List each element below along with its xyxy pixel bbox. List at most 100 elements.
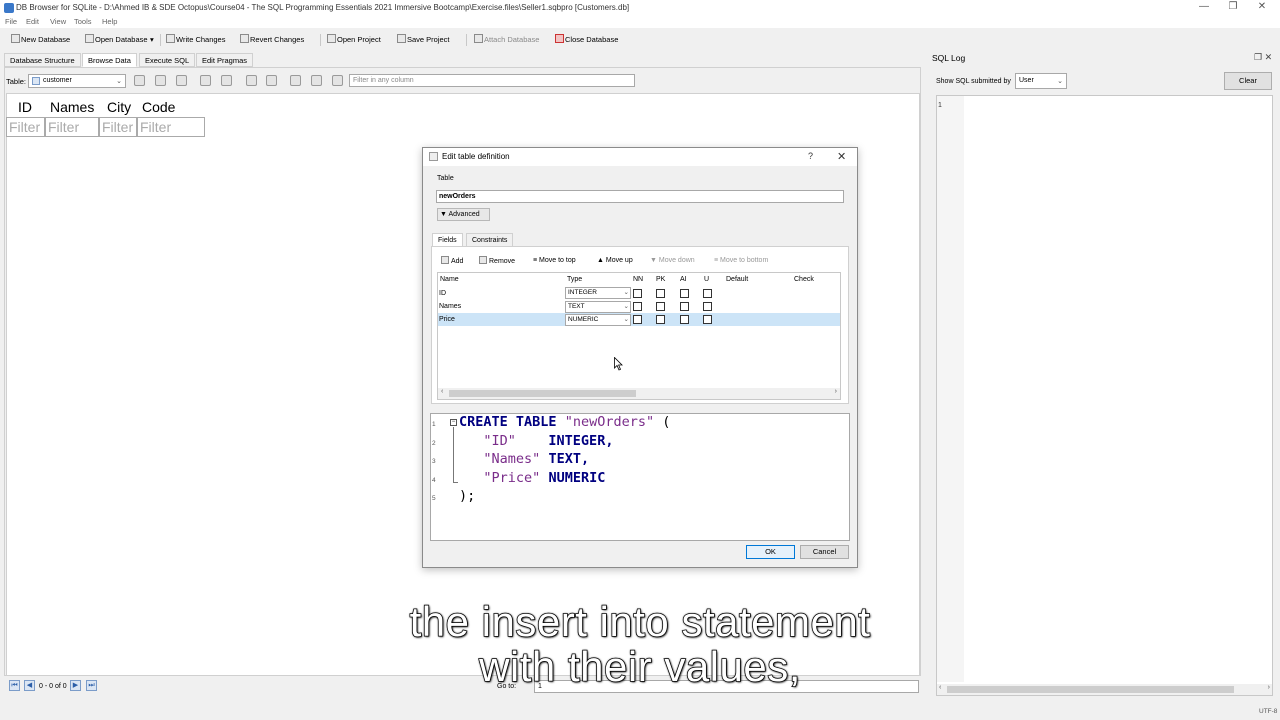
- move-down-label: Move down: [658, 257, 695, 264]
- scrollbar-thumb[interactable]: [449, 390, 636, 397]
- close-database-button[interactable]: Close Database: [555, 33, 618, 47]
- u-checkbox[interactable]: [703, 289, 712, 298]
- mouse-cursor-icon: [614, 357, 623, 371]
- advanced-toggle-button[interactable]: ▼ Advanced: [437, 208, 490, 221]
- remove-field-button[interactable]: Remove: [479, 256, 515, 267]
- delete-record-icon[interactable]: [266, 75, 277, 86]
- menu-help[interactable]: Help: [102, 17, 117, 26]
- nn-checkbox[interactable]: [633, 289, 642, 298]
- revert-changes-button[interactable]: Revert Changes: [240, 33, 304, 47]
- new-database-button[interactable]: New Database: [11, 33, 70, 47]
- find-replace-icon[interactable]: [311, 75, 322, 86]
- pk-checkbox[interactable]: [656, 289, 665, 298]
- print-icon[interactable]: [221, 75, 232, 86]
- field-type-select[interactable]: TEXT ⌄: [565, 301, 631, 313]
- menu-bar: File Edit View Tools Help: [0, 16, 1280, 28]
- nn-checkbox[interactable]: [633, 302, 642, 311]
- table-select[interactable]: customer ⌄: [28, 74, 126, 88]
- find-icon[interactable]: [290, 75, 301, 86]
- column-header-names[interactable]: Names: [50, 99, 94, 115]
- tab-execute-sql[interactable]: Execute SQL: [139, 53, 196, 67]
- open-database-dropdown[interactable]: ▾: [150, 33, 154, 47]
- field-name[interactable]: Price: [439, 316, 455, 323]
- ok-button[interactable]: OK: [746, 545, 795, 559]
- u-checkbox[interactable]: [703, 302, 712, 311]
- fold-minus-icon[interactable]: −: [450, 419, 457, 426]
- scroll-right-icon[interactable]: ›: [835, 388, 837, 395]
- column-header-code[interactable]: Code: [142, 99, 175, 115]
- menu-view[interactable]: View: [50, 17, 66, 26]
- pk-checkbox[interactable]: [656, 315, 665, 324]
- text-format-icon[interactable]: [332, 75, 343, 86]
- cancel-button[interactable]: Cancel: [800, 545, 849, 559]
- close-panel-icon[interactable]: ✕: [1265, 52, 1273, 62]
- move-to-top-button[interactable]: ≡ Move to top: [533, 256, 576, 266]
- clear-log-button[interactable]: Clear: [1224, 72, 1272, 90]
- header-ai: AI: [680, 276, 687, 283]
- filter-cell-id[interactable]: Filter: [6, 117, 45, 137]
- float-panel-icon[interactable]: ❐: [1254, 52, 1262, 62]
- column-header-city[interactable]: City: [107, 99, 131, 115]
- filter-cell-code[interactable]: Filter: [137, 117, 205, 137]
- field-type-select[interactable]: NUMERIC ⌄: [565, 314, 631, 326]
- menu-edit[interactable]: Edit: [26, 17, 39, 26]
- tab-database-structure[interactable]: Database Structure: [4, 53, 81, 67]
- insert-record-icon[interactable]: [246, 75, 257, 86]
- tab-edit-pragmas[interactable]: Edit Pragmas: [196, 53, 254, 67]
- restore-button[interactable]: ❐: [1219, 1, 1247, 15]
- add-field-button[interactable]: Add: [441, 256, 463, 267]
- sql-submitter-select[interactable]: User ⌄: [1015, 73, 1067, 89]
- refresh-icon[interactable]: [134, 75, 145, 86]
- save-project-button[interactable]: Save Project: [397, 33, 450, 47]
- clear-sorting-icon[interactable]: [176, 75, 187, 86]
- window-title: DB Browser for SQLite - D:\Ahmed IB & SD…: [16, 3, 630, 12]
- ai-checkbox[interactable]: [680, 315, 689, 324]
- filter-any-column-input[interactable]: Filter in any column: [349, 74, 635, 87]
- menu-file[interactable]: File: [5, 17, 17, 26]
- tab-constraints[interactable]: Constraints: [466, 233, 514, 247]
- close-window-button[interactable]: ✕: [1248, 1, 1276, 15]
- write-changes-button[interactable]: Write Changes: [166, 33, 225, 47]
- toolbar-separator: [466, 34, 467, 46]
- move-down-button[interactable]: ▼ Move down: [650, 256, 695, 266]
- filter-cell-city[interactable]: Filter: [99, 117, 137, 137]
- clear-filters-icon[interactable]: [155, 75, 166, 86]
- fold-guide-end: [453, 482, 458, 483]
- filter-cell-names[interactable]: Filter: [45, 117, 99, 137]
- move-to-bottom-button[interactable]: ≡ Move to bottom: [714, 256, 768, 266]
- add-field-label: Add: [451, 258, 464, 265]
- field-name[interactable]: Names: [439, 303, 461, 310]
- move-up-button[interactable]: ▲ Move up: [597, 256, 633, 266]
- tab-fields[interactable]: Fields: [432, 233, 463, 247]
- field-type-select[interactable]: INTEGER ⌄: [565, 287, 631, 299]
- field-name[interactable]: ID: [439, 290, 446, 297]
- toolbar-separator: [160, 34, 161, 46]
- table-select-value: customer: [43, 77, 72, 84]
- nn-checkbox[interactable]: [633, 315, 642, 324]
- fields-scrollbar[interactable]: ‹ ›: [438, 388, 840, 399]
- pk-checkbox[interactable]: [656, 302, 665, 311]
- header-default: Default: [726, 276, 749, 283]
- sql-line-5: );: [459, 488, 476, 504]
- u-checkbox[interactable]: [703, 315, 712, 324]
- subtitle-line-1: the insert into statement: [409, 597, 871, 646]
- table-name-input[interactable]: newOrders: [436, 190, 844, 203]
- open-project-button[interactable]: Open Project: [327, 33, 381, 47]
- column-header-id[interactable]: ID: [18, 99, 32, 115]
- move-up-label: Move up: [605, 257, 633, 264]
- sql-log-window-buttons: ❐ ✕: [1254, 52, 1272, 63]
- open-database-button[interactable]: Open Database: [85, 33, 148, 47]
- tab-browse-data[interactable]: Browse Data: [82, 53, 137, 67]
- revert-changes-label: Revert Changes: [250, 35, 305, 44]
- menu-tools[interactable]: Tools: [74, 17, 92, 26]
- table-icon: [32, 77, 40, 85]
- arrow-up-icon: ▲: [597, 257, 606, 264]
- ai-checkbox[interactable]: [680, 289, 689, 298]
- save-filter-icon[interactable]: [200, 75, 211, 86]
- attach-database-button[interactable]: Attach Database: [474, 33, 539, 47]
- ai-checkbox[interactable]: [680, 302, 689, 311]
- scroll-left-icon[interactable]: ‹: [441, 388, 443, 395]
- minimize-button[interactable]: —: [1190, 1, 1218, 15]
- help-icon[interactable]: ?: [808, 151, 813, 161]
- close-icon[interactable]: ✕: [837, 150, 846, 163]
